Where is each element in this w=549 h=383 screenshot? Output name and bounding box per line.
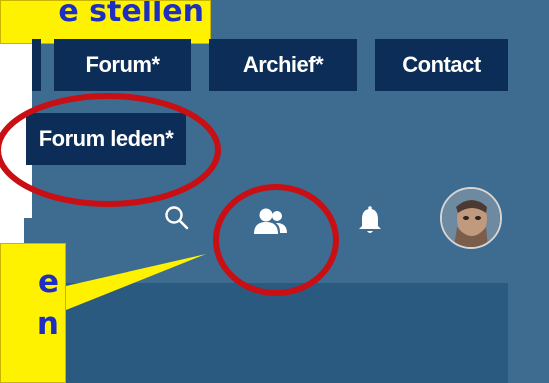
tutorial-callout-bottom: e n	[0, 243, 66, 383]
annotation-ring-members	[213, 184, 339, 296]
content-panel	[66, 283, 508, 383]
bell-icon[interactable]	[357, 205, 383, 237]
nav-item-archief[interactable]: Archief*	[209, 39, 357, 91]
search-icon[interactable]	[164, 205, 190, 231]
tutorial-callout-top: e stellen	[0, 0, 211, 44]
nav-item-forum-leden-label: Forum leden*	[38, 126, 174, 151]
callout-bottom-line-2: n	[36, 306, 59, 342]
nav-item-forum-label: Forum*	[85, 52, 161, 77]
users-icon[interactable]	[252, 206, 292, 238]
callout-bottom-line-1: e	[37, 264, 59, 300]
nav-item-contact[interactable]: Contact	[375, 39, 508, 91]
nav-item-archief-label: Archief*	[242, 52, 324, 77]
nav-item-forum[interactable]: Forum*	[54, 39, 191, 91]
user-avatar[interactable]	[440, 187, 502, 249]
nav-item-forum-leden[interactable]: Forum leden*	[26, 113, 186, 165]
avatar-photo	[442, 189, 500, 247]
callout-top-text: e stellen	[58, 0, 204, 29]
nav-item-contact-label: Contact	[402, 52, 481, 77]
nav-item-partial[interactable]	[32, 39, 41, 91]
